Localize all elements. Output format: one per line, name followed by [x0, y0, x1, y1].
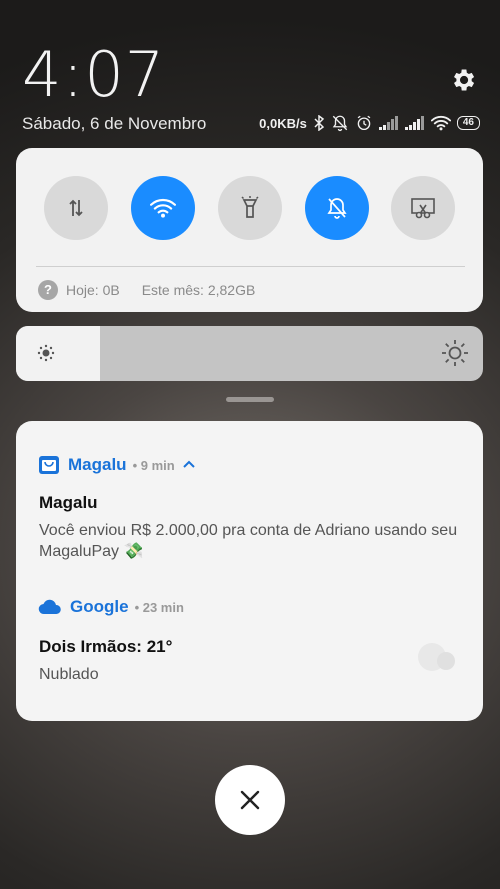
close-button[interactable]: [215, 765, 285, 835]
data-today: Hoje: 0B: [66, 282, 120, 298]
alarm-clock-icon: [357, 115, 371, 131]
status-bar: 0,0KB/s 46: [259, 113, 480, 133]
notification-time: • 23 min: [134, 599, 184, 615]
cloud-icon: [38, 599, 61, 615]
chevron-up-icon[interactable]: [182, 460, 195, 470]
notification-title: Magalu: [39, 493, 98, 512]
mobile-data-toggle[interactable]: [44, 176, 108, 240]
drag-handle[interactable]: [226, 397, 274, 402]
wifi-toggle[interactable]: [131, 176, 195, 240]
notification-title: Dois Irmãos: 21°: [39, 637, 173, 656]
notification-app-name: Magalu: [68, 455, 127, 474]
brightness-fill: [16, 326, 101, 381]
notification-app-name: Google: [70, 597, 129, 616]
screenshot-toggle[interactable]: [391, 176, 455, 240]
weather-cloud-icon: [418, 643, 455, 671]
bluetooth-icon: [314, 115, 325, 131]
scissors-icon: [411, 198, 435, 219]
date-label: Sábado, 6 de Novembro: [22, 114, 207, 133]
divider: [36, 266, 465, 267]
wifi-icon: [150, 198, 176, 218]
bell-off-icon: [327, 198, 347, 219]
close-icon: [240, 790, 260, 810]
clock-time: 4:07: [22, 38, 166, 111]
data-arrows-icon: [69, 199, 83, 217]
network-speed: 0,0KB/s: [259, 115, 307, 131]
help-icon: ?: [38, 280, 58, 300]
silent-toggle[interactable]: [305, 176, 369, 240]
wifi-icon: [430, 116, 451, 131]
notification-header-google[interactable]: Google • 23 min: [38, 597, 184, 617]
magalu-app-icon: [39, 456, 59, 474]
brightness-slider[interactable]: [16, 326, 483, 381]
flashlight-icon: [241, 196, 259, 218]
notification-header-magalu[interactable]: Magalu • 9 min: [38, 454, 195, 476]
notification-body: Nublado: [39, 666, 99, 683]
brightness-low-icon: [37, 344, 55, 362]
notification-time: • 9 min: [132, 457, 175, 473]
signal-icon: [404, 116, 424, 130]
battery-icon: 46: [456, 116, 480, 130]
brightness-high-icon: [442, 340, 468, 366]
data-usage-row[interactable]: ? Hoje: 0B Este mês: 2,82GB: [38, 280, 255, 300]
data-month: Este mês: 2,82GB: [141, 282, 256, 298]
gear-icon[interactable]: [449, 66, 477, 94]
notification-body: Você enviou R$ 2.000,00 pra conta de Adr…: [39, 522, 458, 560]
notification-panel: Magalu • 9 min Magalu Você enviou R$ 2.0…: [16, 421, 483, 721]
alarm-off-icon: [332, 115, 348, 132]
quick-settings-panel: ? Hoje: 0B Este mês: 2,82GB: [16, 148, 483, 312]
flashlight-toggle[interactable]: [218, 176, 282, 240]
signal-icon: [378, 116, 398, 130]
